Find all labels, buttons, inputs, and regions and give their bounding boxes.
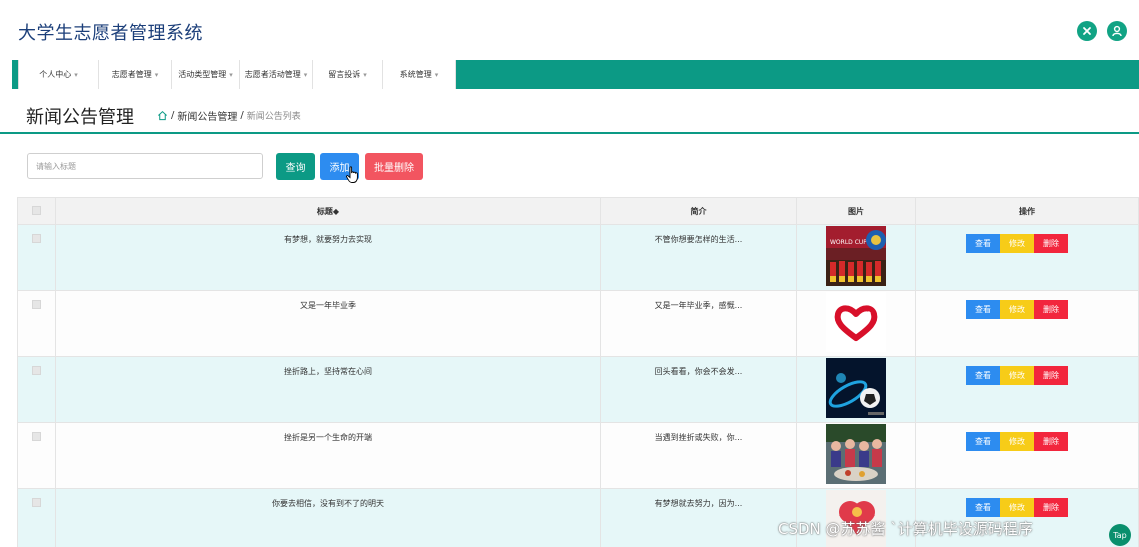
- svg-text:WORLD CUP: WORLD CUP: [830, 239, 867, 246]
- nav-menu: 个人中心 ▾ 志愿者管理 ▾ 活动类型管理 ▾ 志愿者活动管理 ▾ 留言投诉 ▾ 系统管理 ▾: [18, 60, 456, 89]
- row-image-cell: WORLD CUP: [796, 224, 916, 291]
- top-navbar: 个人中心 ▾ 志愿者管理 ▾ 活动类型管理 ▾ 志愿者活动管理 ▾ 留言投诉 ▾ 系统管理 ▾: [12, 60, 1139, 89]
- row-title: 有梦想，就要努力去实现: [55, 224, 601, 291]
- row-select-cell: [17, 422, 56, 489]
- nav-item[interactable]: 留言投诉 ▾: [313, 60, 383, 89]
- delete-button[interactable]: 删除: [1034, 366, 1068, 385]
- nav-item-label: 系统管理: [399, 70, 432, 79]
- news-thumbnail[interactable]: [826, 292, 886, 352]
- batch-delete-button[interactable]: 批量删除: [365, 153, 423, 180]
- edit-button[interactable]: 修改: [1000, 234, 1034, 253]
- row-title: 挫折是另一个生命的开端: [55, 422, 601, 489]
- page-title: 新闻公告管理: [26, 107, 134, 128]
- table-row: 有梦想，就要努力去实现 不管你想要怎样的生活... WORLD CUP 查看 修改 删除: [17, 224, 1139, 291]
- nav-item-label: 个人中心: [39, 70, 72, 79]
- row-intro: 不管你想要怎样的生活...: [600, 224, 797, 291]
- breadcrumb-current: 新闻公告列表: [246, 112, 301, 122]
- chevron-down-icon: ▾: [303, 70, 308, 79]
- row-title: 又是一年毕业季: [55, 290, 601, 357]
- watermark-badge: Tap: [1109, 524, 1131, 546]
- header-image: 图片: [796, 197, 916, 225]
- news-thumbnail[interactable]: WORLD CUP: [826, 226, 886, 286]
- row-select-cell: [17, 488, 56, 547]
- breadcrumb: / 新闻公告管理 / 新闻公告列表: [157, 108, 301, 123]
- nav-item[interactable]: 志愿者活动管理 ▾: [240, 60, 313, 89]
- nav-item[interactable]: 志愿者管理 ▾: [99, 60, 172, 89]
- chevron-down-icon: ▾: [434, 70, 439, 79]
- delete-button[interactable]: 删除: [1034, 432, 1068, 451]
- row-intro: 当遇到挫折或失败，你...: [600, 422, 797, 489]
- chevron-down-icon: ▾: [154, 70, 159, 79]
- row-actions: 查看 修改 删除: [915, 422, 1139, 489]
- row-actions: 查看 修改 删除: [915, 356, 1139, 423]
- table-header-row: 标题◆ 简介 图片 操作: [17, 197, 1139, 225]
- view-button[interactable]: 查看: [966, 234, 1000, 253]
- user-icon[interactable]: [1107, 21, 1127, 41]
- breadcrumb-separator: /: [240, 110, 244, 121]
- row-checkbox[interactable]: [32, 498, 41, 507]
- chevron-down-icon: ▾: [363, 70, 367, 79]
- query-button[interactable]: 查询: [276, 153, 315, 180]
- row-checkbox[interactable]: [32, 234, 41, 243]
- watermark-text: CSDN @苏苏酱 `计算机毕设源码程序: [778, 520, 1033, 538]
- header-title[interactable]: 标题◆: [55, 197, 601, 225]
- select-all-checkbox[interactable]: [32, 205, 41, 215]
- header-actions: 操作: [915, 197, 1139, 225]
- nav-item-label: 志愿者管理: [111, 70, 152, 79]
- search-input[interactable]: [27, 153, 263, 179]
- news-table: 标题◆ 简介 图片 操作 有梦想，就要努力去实现 不管你想要怎样的生活... WOR…: [17, 197, 1139, 547]
- table-row: 又是一年毕业季 又是一年毕业季，感慨... 查看 修改 删除: [17, 290, 1139, 357]
- delete-button[interactable]: 删除: [1034, 300, 1068, 319]
- nav-item[interactable]: 系统管理 ▾: [383, 60, 456, 89]
- home-icon[interactable]: [157, 110, 168, 121]
- row-checkbox[interactable]: [32, 432, 41, 441]
- edit-button[interactable]: 修改: [1000, 432, 1034, 451]
- edit-button[interactable]: 修改: [1000, 498, 1034, 517]
- table-row: 挫折是另一个生命的开端 当遇到挫折或失败，你... 查看 修改 删除: [17, 422, 1139, 489]
- nav-item-label: 留言投诉: [328, 70, 361, 79]
- breadcrumb-separator: /: [171, 110, 175, 121]
- row-image-cell: [796, 356, 916, 423]
- row-intro: 又是一年毕业季，感慨...: [600, 290, 797, 357]
- nav-item[interactable]: 活动类型管理 ▾: [172, 60, 240, 89]
- row-checkbox[interactable]: [32, 366, 41, 375]
- row-image-cell: [796, 290, 916, 357]
- row-checkbox[interactable]: [32, 300, 41, 309]
- nav-item[interactable]: 个人中心 ▾: [19, 60, 99, 89]
- row-intro: 有梦想就去努力，因为...: [600, 488, 797, 547]
- row-title: 你要去相信，没有到不了的明天: [55, 488, 601, 547]
- view-button[interactable]: 查看: [966, 300, 1000, 319]
- app-title: 大学生志愿者管理系统: [18, 23, 203, 44]
- header-intro: 简介: [600, 197, 797, 225]
- row-select-cell: [17, 290, 56, 357]
- news-thumbnail[interactable]: [826, 424, 886, 484]
- view-button[interactable]: 查看: [966, 366, 1000, 385]
- fullscreen-exit-icon[interactable]: [1077, 21, 1097, 41]
- edit-button[interactable]: 修改: [1000, 366, 1034, 385]
- row-image-cell: [796, 422, 916, 489]
- chevron-down-icon: ▾: [74, 70, 78, 79]
- select-all-header[interactable]: [17, 197, 56, 225]
- chevron-down-icon: ▾: [229, 70, 233, 79]
- edit-button[interactable]: 修改: [1000, 300, 1034, 319]
- breadcrumb-section[interactable]: 新闻公告管理: [177, 108, 237, 123]
- view-button[interactable]: 查看: [966, 498, 1000, 517]
- row-select-cell: [17, 224, 56, 291]
- hand-cursor-icon: [346, 166, 358, 183]
- row-intro: 回头看看，你会不会发...: [600, 356, 797, 423]
- view-button[interactable]: 查看: [966, 432, 1000, 451]
- row-actions: 查看 修改 删除: [915, 224, 1139, 291]
- row-select-cell: [17, 356, 56, 423]
- row-actions: 查看 修改 删除: [915, 290, 1139, 357]
- nav-item-label: 活动类型管理: [178, 70, 227, 79]
- page-header: 新闻公告管理 / 新闻公告管理 / 新闻公告列表: [0, 90, 1139, 134]
- row-title: 挫折路上，坚持常在心间: [55, 356, 601, 423]
- table-row: 挫折路上，坚持常在心间 回头看看，你会不会发... 查看 修改 删除: [17, 356, 1139, 423]
- delete-button[interactable]: 删除: [1034, 234, 1068, 253]
- delete-button[interactable]: 删除: [1034, 498, 1068, 517]
- nav-item-label: 志愿者活动管理: [244, 70, 301, 79]
- news-thumbnail[interactable]: [826, 358, 886, 418]
